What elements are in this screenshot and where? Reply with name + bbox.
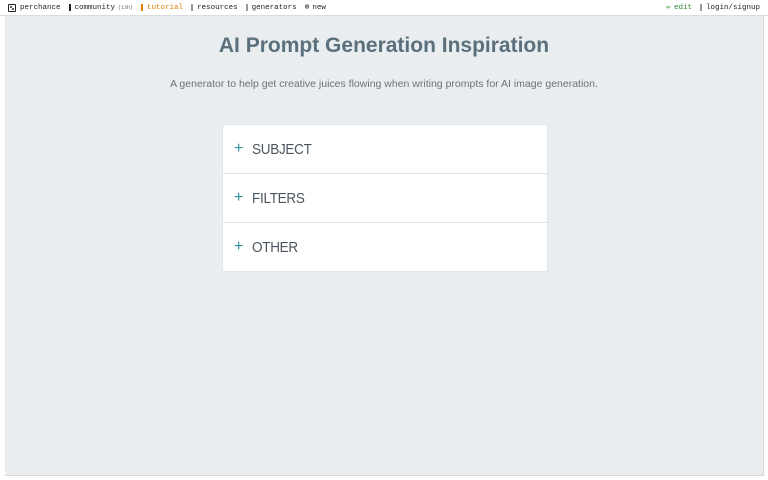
nav-generators-label: generators	[251, 3, 297, 12]
nav-login-label: login/signup	[705, 3, 760, 12]
nav-edit[interactable]: ✏ edit	[666, 2, 692, 12]
nav-new-label: new	[312, 3, 326, 12]
resources-icon	[191, 4, 194, 11]
nav-generators[interactable]: generators	[245, 3, 297, 12]
top-nav-left: perchance community (13h) tutorial resou…	[0, 2, 334, 12]
top-nav-right: ✏ edit login/signup	[666, 2, 768, 12]
plus-circle-icon: ⊕	[304, 2, 310, 12]
section-filters[interactable]: + FILTERS	[223, 174, 547, 223]
plus-icon: +	[234, 238, 244, 255]
page-subtitle: A generator to help get creative juices …	[170, 78, 598, 90]
page-title: AI Prompt Generation Inspiration	[218, 34, 550, 57]
pencil-icon: ✏	[666, 2, 671, 12]
nav-login[interactable]: login/signup	[699, 3, 760, 12]
community-count: (13h)	[118, 4, 134, 11]
nav-resources-label: resources	[197, 3, 238, 12]
dice-icon	[8, 3, 16, 12]
tutorial-icon	[141, 4, 144, 11]
nav-community-label: community	[74, 3, 116, 12]
section-subject-label: SUBJECT	[252, 140, 312, 158]
section-other-label: OTHER	[252, 238, 298, 256]
nav-tutorial-label: tutorial	[147, 3, 184, 12]
nav-community[interactable]: community (13h)	[68, 3, 134, 12]
top-nav-bar: perchance community (13h) tutorial resou…	[0, 0, 768, 16]
nav-tutorial[interactable]: tutorial	[141, 4, 183, 12]
community-icon	[68, 4, 71, 11]
nav-perchance[interactable]: perchance	[8, 3, 61, 12]
nav-new[interactable]: ⊕ new	[304, 2, 326, 12]
sections-accordion: + SUBJECT + FILTERS + OTHER	[222, 124, 548, 272]
generator-page: AI Prompt Generation Inspiration A gener…	[5, 16, 764, 476]
section-other[interactable]: + OTHER	[223, 223, 547, 271]
plus-icon: +	[234, 189, 244, 206]
section-filters-label: FILTERS	[252, 189, 305, 207]
user-icon	[699, 4, 702, 11]
nav-edit-label: edit	[673, 3, 692, 12]
section-subject[interactable]: + SUBJECT	[223, 125, 547, 174]
nav-resources[interactable]: resources	[191, 4, 238, 12]
plus-icon: +	[234, 140, 244, 157]
generators-icon	[245, 4, 248, 11]
nav-perchance-label: perchance	[20, 3, 61, 12]
